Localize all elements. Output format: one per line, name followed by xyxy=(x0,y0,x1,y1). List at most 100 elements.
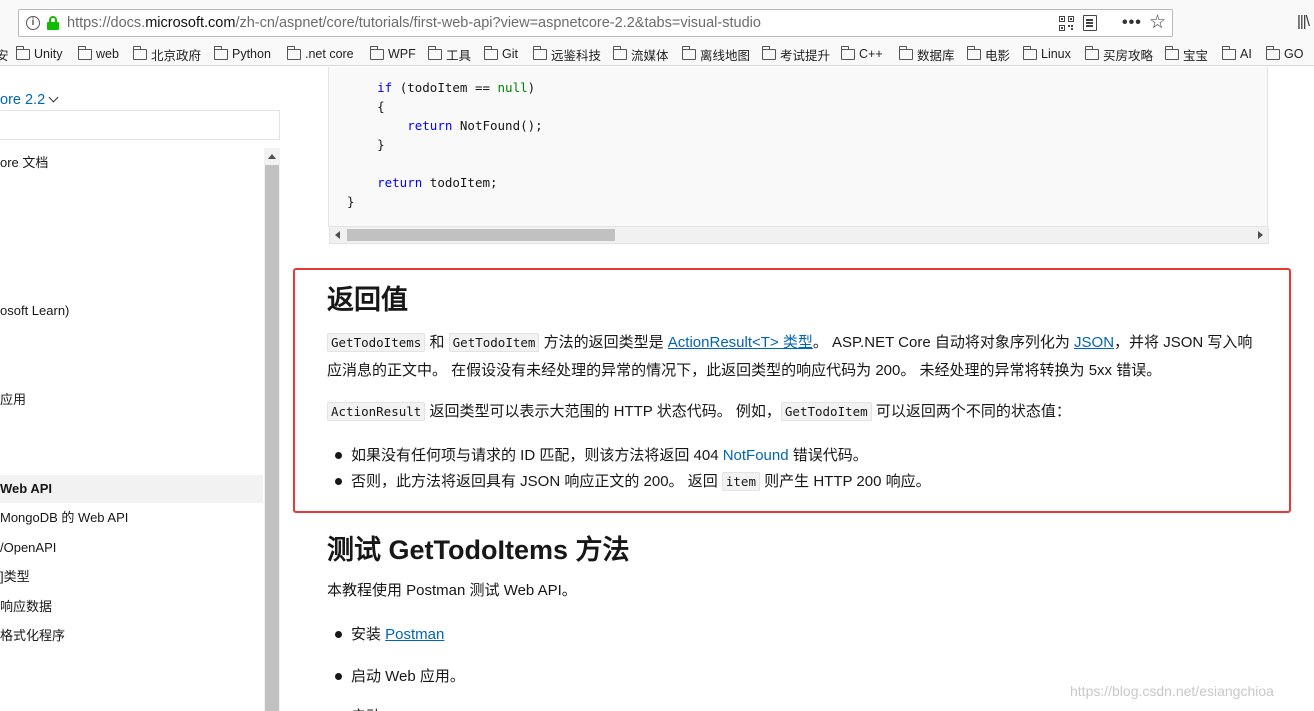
list-item: 安装 Postman xyxy=(334,623,444,644)
bookmark-folder[interactable]: AI xyxy=(1222,45,1252,63)
bookmark-folder[interactable]: 电影 xyxy=(967,45,1010,63)
chevron-down-icon xyxy=(48,92,59,103)
qr-code-icon[interactable] xyxy=(1059,16,1074,31)
code-line: } xyxy=(377,137,385,152)
bookmark-folder[interactable]: 流媒体 xyxy=(613,45,669,63)
folder-icon xyxy=(1222,45,1236,60)
folder-icon xyxy=(762,45,776,60)
folder-icon xyxy=(1266,45,1280,60)
bookmark-folder[interactable]: web xyxy=(78,45,119,63)
folder-icon xyxy=(682,45,696,60)
bookmark-folder[interactable]: 离线地图 xyxy=(682,45,750,63)
notfound-link[interactable]: NotFound xyxy=(723,447,789,464)
toc-item-active[interactable]: Web API xyxy=(0,475,263,503)
library-icon[interactable]: |||\ xyxy=(1297,13,1310,30)
list-item: 启动 Web 应用。 xyxy=(335,665,465,686)
folder-icon xyxy=(370,45,384,60)
toc-item[interactable]: 响应数据 xyxy=(0,593,263,621)
code-block: if (todoItem == null) { return NotFound(… xyxy=(328,67,1269,244)
bookmark-folder[interactable]: 北京政府 xyxy=(133,45,201,63)
toc-item[interactable]: ]类型 xyxy=(0,563,263,591)
bookmark-folder[interactable]: GO xyxy=(1266,45,1303,63)
folder-icon xyxy=(133,45,147,60)
address-bar[interactable]: i https://docs.microsoft.com/zh-cn/aspne… xyxy=(18,9,1173,37)
folder-icon xyxy=(841,45,855,60)
bookmark-folder[interactable]: 考试提升 xyxy=(762,45,830,63)
browser-toolbar: i https://docs.microsoft.com/zh-cn/aspne… xyxy=(0,0,1314,42)
postman-link[interactable]: Postman xyxy=(385,626,444,643)
toc-item[interactable]: 应用 xyxy=(0,386,263,414)
list-item-partial: 启动 xyxy=(351,705,381,711)
paragraph: 本教程使用 Postman 测试 Web API。 xyxy=(327,582,577,599)
scrollbar-thumb[interactable] xyxy=(265,165,279,711)
bookmark-folder[interactable]: .net core xyxy=(287,45,354,63)
inline-code: GetTodoItem xyxy=(780,402,872,421)
code-line: } xyxy=(347,194,355,209)
section-heading: 测试 GetTodoItems 方法 xyxy=(327,535,630,565)
folder-icon xyxy=(78,45,92,60)
list-item: 如果没有任何项与请求的 ID 匹配，则该方法将返回 404 NotFound 错… xyxy=(335,444,868,465)
bookmarks-toolbar: 安 Unity web 北京政府 Python .net core WPF 工具… xyxy=(0,42,1314,66)
bookmark-folder[interactable]: 买房攻略 xyxy=(1085,45,1153,63)
bookmark-folder[interactable]: 远鉴科技 xyxy=(533,45,601,63)
bookmark-folder[interactable]: WPF xyxy=(370,45,416,63)
code-horizontal-scrollbar[interactable] xyxy=(329,227,1269,244)
paragraph: ActionResult 返回类型可以表示大范围的 HTTP 状态代码。 例如，… xyxy=(327,398,1267,426)
paragraph: GetTodoItems 和 GetTodoItem 方法的返回类型是 Acti… xyxy=(327,333,1253,379)
bookmark-folder[interactable]: Python xyxy=(214,45,271,63)
scrollbar-thumb[interactable] xyxy=(347,229,615,241)
folder-icon xyxy=(899,45,913,60)
inline-code: item xyxy=(721,472,760,491)
code-line: if (todoItem == null) xyxy=(377,80,536,95)
version-selector[interactable]: ore 2.2 xyxy=(0,92,59,108)
inline-code: GetTodoItems xyxy=(327,333,426,352)
url-text[interactable]: https://docs.microsoft.com/zh-cn/aspnet/… xyxy=(67,15,761,31)
bookmark-folder[interactable]: 数据库 xyxy=(899,45,955,63)
folder-icon xyxy=(967,45,981,60)
bookmark-folder[interactable]: C++ xyxy=(841,45,883,63)
folder-icon xyxy=(533,45,547,60)
folder-icon xyxy=(287,45,301,60)
watermark: https://blog.csdn.net/esiangchioa xyxy=(1070,683,1274,699)
bookmark-folder[interactable]: 工具 xyxy=(428,45,471,63)
toc-item[interactable]: MongoDB 的 Web API xyxy=(0,504,263,532)
actionresult-link[interactable]: ActionResult<T> 类型 xyxy=(668,334,813,351)
scroll-up-arrow-icon[interactable] xyxy=(268,154,276,159)
folder-icon xyxy=(428,45,442,60)
toc-item[interactable]: /OpenAPI xyxy=(0,534,263,562)
folder-icon xyxy=(484,45,498,60)
folder-icon xyxy=(1085,45,1099,60)
scroll-left-arrow-icon[interactable] xyxy=(335,231,340,239)
bookmark-folder[interactable]: Unity xyxy=(16,45,62,63)
folder-icon xyxy=(214,45,228,60)
toc-item[interactable]: ore 文档 xyxy=(0,149,263,177)
inline-code: ActionResult xyxy=(327,402,426,421)
code-line: { xyxy=(377,99,385,114)
folder-icon xyxy=(1165,45,1179,60)
section-heading: 返回值 xyxy=(327,285,408,315)
list-item: 否则，此方法将返回具有 JSON 响应正文的 200。 返回 item 则产生 … xyxy=(335,470,931,491)
toc-scrollbar[interactable] xyxy=(264,148,280,711)
toc-sidebar: ore 2.2 ore 文档 osoft Learn) 应用 Web API M… xyxy=(0,67,280,711)
folder-icon xyxy=(613,45,627,60)
info-icon[interactable]: i xyxy=(26,16,40,30)
main-content: if (todoItem == null) { return NotFound(… xyxy=(281,67,1314,711)
code-line: return todoItem; xyxy=(377,175,498,190)
toc-item[interactable]: 格式化程序 xyxy=(0,622,263,650)
bookmark-star-icon[interactable]: ☆ xyxy=(1149,11,1166,34)
reader-view-icon[interactable] xyxy=(1083,15,1097,31)
code-line: return NotFound(); xyxy=(407,118,543,133)
bookmark-partial[interactable]: 安 xyxy=(0,45,9,63)
bookmark-folder[interactable]: 宝宝 xyxy=(1165,45,1208,63)
more-actions-icon[interactable]: ••• xyxy=(1122,14,1142,32)
folder-icon xyxy=(16,45,30,60)
toc-item[interactable]: osoft Learn) xyxy=(0,297,263,325)
folder-icon xyxy=(1023,45,1037,60)
scroll-right-arrow-icon[interactable] xyxy=(1258,231,1263,239)
lock-icon xyxy=(47,16,59,30)
bookmark-folder[interactable]: Linux xyxy=(1023,45,1071,63)
inline-code: GetTodoItem xyxy=(448,333,540,352)
json-link[interactable]: JSON xyxy=(1074,334,1114,351)
toc-filter-input[interactable] xyxy=(0,110,280,140)
bookmark-folder[interactable]: Git xyxy=(484,45,518,63)
